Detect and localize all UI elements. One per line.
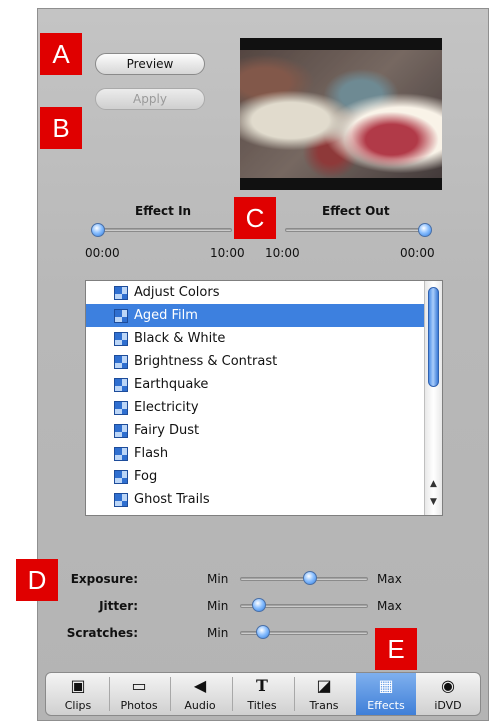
effects-list[interactable]: Adjust Colors Aged Film Black & White Br… [85,280,443,516]
effect-out-label: Effect Out [322,204,390,218]
tab-clips[interactable]: ▣ Clips [48,673,108,715]
preview-monitor [240,38,442,190]
effect-in-knob[interactable] [91,223,105,237]
effect-icon [114,286,128,300]
tab-idvd[interactable]: ◉ iDVD [418,673,478,715]
effect-in-end-time: 10:00 [210,246,245,260]
apply-button[interactable]: Apply [95,88,205,110]
audio-icon: ◀ [193,676,207,695]
jitter-min: Min [207,599,229,613]
scratches-label: Scratches: [66,626,138,640]
clips-icon: ▣ [70,676,86,695]
effect-out-track[interactable] [285,228,427,232]
scroll-up-arrow-icon[interactable]: ▲ [425,477,442,491]
effect-icon [114,447,128,461]
list-item[interactable]: Adjust Colors [86,281,424,304]
effect-out-end-time: 00:00 [400,246,435,260]
list-scrollbar[interactable]: ▲ ▼ [424,281,442,515]
effect-out-knob[interactable] [418,223,432,237]
list-item[interactable]: Brightness & Contrast [86,350,424,373]
effect-icon [114,470,128,484]
tab-audio[interactable]: ◀ Audio [170,673,230,715]
list-item[interactable]: Black & White [86,327,424,350]
annotation-badge-c: C [234,197,276,239]
tab-titles[interactable]: T Titles [232,673,292,715]
effect-out-start-time: 10:00 [265,246,300,260]
exposure-max: Max [377,572,402,586]
scroll-down-arrow-icon[interactable]: ▼ [425,495,442,509]
effect-icon [114,309,128,323]
annotation-badge-b: B [40,107,82,149]
list-item[interactable]: Fog [86,465,424,488]
effect-icon [114,355,128,369]
list-item[interactable]: Earthquake [86,373,424,396]
list-item[interactable]: Fairy Dust [86,419,424,442]
list-item-selected[interactable]: Aged Film [86,304,424,327]
effect-icon [114,401,128,415]
annotation-badge-e: E [375,628,417,670]
idvd-icon: ◉ [441,676,455,695]
list-item[interactable]: Flash [86,442,424,465]
tab-effects[interactable]: ▦ Effects [356,673,416,715]
tab-transitions[interactable]: ◪ Trans [294,673,354,715]
effect-in-track[interactable] [97,228,232,232]
transitions-icon: ◪ [316,676,332,695]
scratches-min: Min [207,626,229,640]
preview-frame-image [240,50,442,178]
scroll-thumb[interactable] [428,287,439,387]
jitter-max: Max [377,599,402,613]
preview-button[interactable]: Preview [95,53,205,75]
annotation-badge-a: A [40,33,82,75]
effect-icon [114,493,128,507]
list-item[interactable]: Ghost Trails [86,488,424,511]
exposure-label: Exposure: [70,572,138,586]
effect-icon [114,378,128,392]
scratches-knob[interactable] [256,625,271,639]
photos-icon: ▭ [131,676,147,695]
jitter-label: Jitter: [99,599,138,613]
effect-in-start-time: 00:00 [85,246,120,260]
exposure-min: Min [207,572,229,586]
annotation-badge-d: D [16,559,58,601]
tab-photos[interactable]: ▭ Photos [109,673,169,715]
pane-tab-bar: ▣ Clips ▭ Photos ◀ Audio T Titles ◪ Trans ▦ Ef… [45,672,481,716]
titles-icon: T [256,676,268,695]
effect-in-label: Effect In [135,204,192,218]
list-item[interactable]: Electricity [86,396,424,419]
effects-icon: ▦ [378,676,394,695]
effect-icon [114,332,128,346]
effect-icon [114,424,128,438]
